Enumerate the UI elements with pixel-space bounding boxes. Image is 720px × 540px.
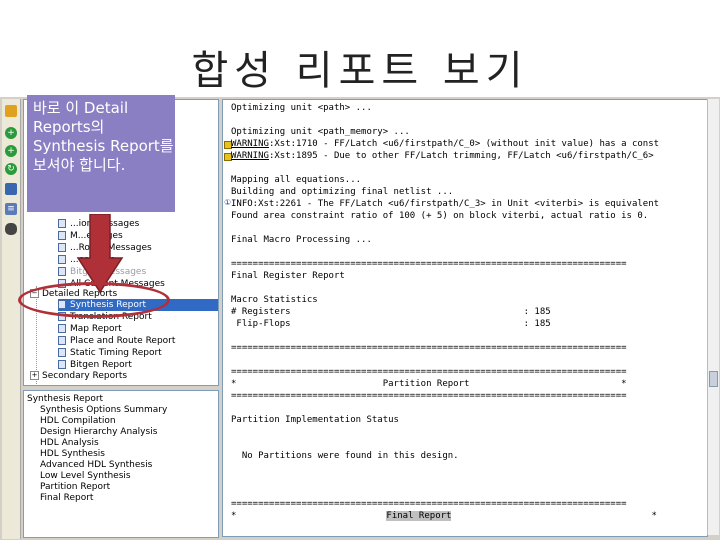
highlight-ellipse bbox=[18, 282, 170, 318]
vertical-toolbar: + + ↻ ≡ bbox=[2, 99, 21, 539]
outline-item[interactable]: Final Report bbox=[40, 492, 93, 504]
log-line: No Partitions were found in this design. bbox=[231, 451, 459, 461]
log-line-warning: WARNING:Xst:1710 - FF/Latch <u6/firstpat… bbox=[231, 139, 660, 149]
refresh-icon[interactable]: ↻ bbox=[5, 163, 17, 175]
add-icon[interactable]: + bbox=[5, 145, 17, 157]
log-separator: ========================================… bbox=[231, 259, 627, 269]
slide-title: 합성 리포트 보기 bbox=[191, 48, 529, 94]
doc-icon bbox=[58, 336, 66, 345]
log-line: Optimizing unit <path_memory> ... bbox=[231, 127, 410, 137]
binoculars-icon[interactable] bbox=[5, 223, 17, 235]
monitor-icon[interactable] bbox=[5, 183, 17, 195]
log-separator: ========================================… bbox=[231, 391, 627, 401]
doc-icon bbox=[58, 255, 66, 264]
log-separator: ========================================… bbox=[231, 499, 627, 509]
log-separator: ========================================… bbox=[231, 367, 627, 377]
log-separator: ========================================… bbox=[231, 343, 627, 353]
log-line: Partition Implementation Status bbox=[231, 415, 399, 425]
doc-icon bbox=[58, 243, 66, 252]
doc-icon bbox=[58, 360, 66, 369]
synthesis-outline: Synthesis Report Synthesis Options Summa… bbox=[23, 390, 219, 538]
expand-icon[interactable]: + bbox=[30, 371, 39, 380]
final-report-highlight: Final Report bbox=[386, 511, 452, 521]
doc-icon bbox=[58, 348, 66, 357]
scrollbar-thumb[interactable] bbox=[709, 371, 718, 387]
doc-icon bbox=[58, 267, 66, 276]
add-icon[interactable]: + bbox=[5, 127, 17, 139]
log-line: Optimizing unit <path> ... bbox=[231, 103, 372, 113]
log-line: Flip-Flops : 185 bbox=[231, 319, 551, 329]
log-line: Building and optimizing final netlist ..… bbox=[231, 187, 454, 197]
tree-item-timing-report[interactable]: Static Timing Report bbox=[58, 347, 162, 359]
log-line-info: INFO:Xst:2261 - The FF/Latch <u6/firstpa… bbox=[231, 199, 660, 209]
tree-item-secondary-reports[interactable]: + Secondary Reports bbox=[30, 370, 127, 382]
doc-icon bbox=[58, 231, 66, 240]
doc-icon bbox=[58, 219, 66, 228]
doc-icon bbox=[58, 324, 66, 333]
log-line: * Final Report * bbox=[231, 511, 657, 521]
log-scrollbar[interactable] bbox=[707, 99, 719, 535]
log-line: Final Register Report bbox=[231, 271, 345, 281]
tree-item-par-report[interactable]: Place and Route Report bbox=[58, 335, 175, 347]
instruction-callout: 바로 이 Detail Reports의 Synthesis Report를 보… bbox=[27, 95, 175, 212]
log-line: Final Macro Processing ... bbox=[231, 235, 372, 245]
folder-icon[interactable] bbox=[5, 105, 17, 117]
log-line: * Partition Report * bbox=[231, 379, 627, 389]
log-line: # Registers : 185 bbox=[231, 307, 551, 317]
log-line: Mapping all equations... bbox=[231, 175, 362, 185]
tree-item-map-report[interactable]: Map Report bbox=[58, 323, 122, 335]
list-icon[interactable]: ≡ bbox=[5, 203, 17, 215]
synthesis-log[interactable]: Optimizing unit <path> ... Optimizing un… bbox=[222, 99, 708, 537]
log-line: Found area constraint ratio of 100 (+ 5)… bbox=[231, 211, 649, 221]
log-line: Macro Statistics bbox=[231, 295, 318, 305]
log-line-warning: WARNING:Xst:1895 - Due to other FF/Latch… bbox=[231, 151, 654, 161]
